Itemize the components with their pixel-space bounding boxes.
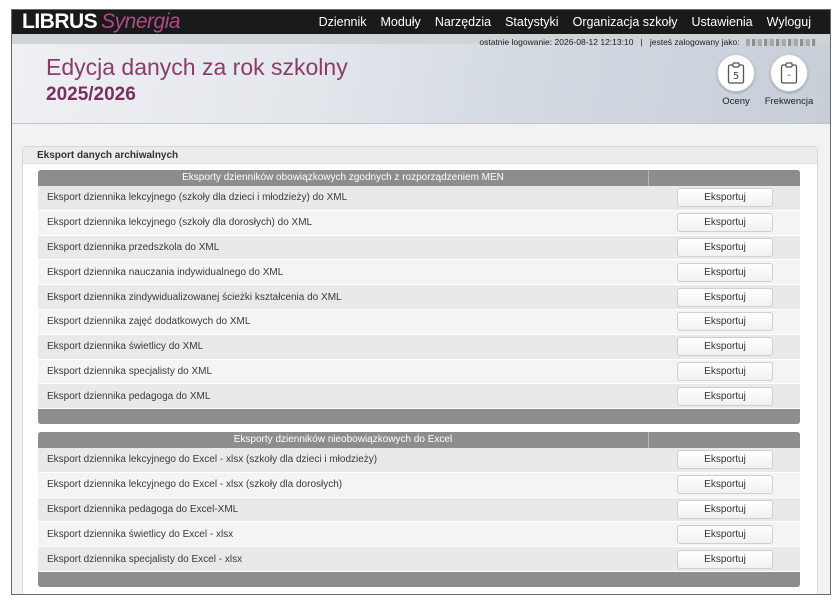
table-footer [38,571,800,587]
table-header-title: Eksporty dzienników obowiązkowych zgodny… [38,170,649,186]
row-label: Eksport dziennika przedszkola do XML [47,241,220,253]
table-row: Eksport dziennika przedszkola do XML Eks… [38,235,800,261]
attendance-clipboard-icon: - [770,54,808,92]
logo-text-librus: LIBRUS [22,10,98,33]
nav-wyloguj[interactable]: Wyloguj [760,15,818,29]
table-header: Eksporty dzienników nieobowiązkowych do … [38,432,800,448]
nav-ustawienia[interactable]: Ustawienia [685,15,760,29]
nav-narzedzia[interactable]: Narzędzia [428,15,498,29]
export-button[interactable]: Eksportuj [677,262,773,282]
school-year: 2025/2026 [46,84,136,105]
export-button[interactable]: Eksportuj [677,337,773,357]
table-row: Eksport dziennika zindywidualizowanej śc… [38,285,800,310]
export-button[interactable]: Eksportuj [677,237,773,257]
row-label: Eksport dziennika specjalisty do XML [47,365,213,377]
panel-title: Eksport danych archiwalnych [23,147,817,164]
row-label: Eksport dziennika specjalisty do Excel -… [47,553,243,565]
table-row: Eksport dziennika nauczania indywidualne… [38,260,800,286]
export-button[interactable]: Eksportuj [677,386,773,406]
quick-link-frekwencja-label: Frekwencja [764,96,814,107]
table-footer [38,409,800,425]
page-title: Edycja danych za rok szkolny [46,54,348,80]
export-button[interactable]: Eksportuj [677,312,773,332]
blurred-username [746,39,816,47]
table-header: Eksporty dzienników obowiązkowych zgodny… [38,170,800,186]
logged-as-text: jesteś zalogowany jako: [649,37,740,47]
nav-statystyki[interactable]: Statystyki [498,15,566,29]
table-row: Eksport dziennika lekcyjnego (szkoły dla… [38,210,800,236]
last-login-text: ostatnie logowanie: 2026-08-12 12:13:10 [479,37,634,47]
table-row: Eksport dziennika lekcyjnego (szkoły dla… [38,186,800,211]
export-button[interactable]: Eksportuj [677,475,773,495]
row-label: Eksport dziennika nauczania indywidualne… [47,266,284,278]
row-label: Eksport dziennika lekcyjnego do Excel - … [47,454,378,466]
table-row: Eksport dziennika lekcyjnego do Excel - … [38,472,800,498]
table-row: Eksport dziennika lekcyjnego do Excel - … [38,448,800,473]
row-label: Eksport dziennika lekcyjnego (szkoły dla… [47,192,348,204]
login-separator: | [640,37,643,47]
export-button[interactable]: Eksportuj [677,188,773,208]
export-panel: Eksport danych archiwalnych Eksporty dzi… [22,146,818,594]
quick-link-oceny[interactable]: 5 Oceny [711,54,761,107]
attendance-glyph: - [787,70,791,81]
mandatory-exports-table: Eksporty dzienników obowiązkowych zgodny… [38,170,800,425]
table-row: Eksport dziennika zajęć dodatkowych do X… [38,309,800,335]
table-header-title: Eksporty dzienników nieobowiązkowych do … [38,432,649,448]
table-row: Eksport dziennika pedagoga do Excel-XML … [38,497,800,523]
row-label: Eksport dziennika pedagoga do XML [47,390,211,402]
app-window: LIBRUS Synergia Dziennik Moduły Narzędzi… [11,9,831,595]
row-label: Eksport dziennika pedagoga do Excel-XML [47,503,239,515]
quick-link-oceny-label: Oceny [722,96,750,107]
table-row: Eksport dziennika świetlicy do Excel - x… [38,522,800,548]
logo-text-synergia: Synergia [101,10,181,33]
login-info: ostatnie logowanie: 2026-08-12 12:13:10 … [479,37,816,47]
nav-moduly[interactable]: Moduły [374,15,428,29]
row-label: Eksport dziennika zindywidualizowanej śc… [47,291,342,303]
nav-organizacja-szkoly[interactable]: Organizacja szkoły [566,15,685,29]
table-row: Eksport dziennika specjalisty do Excel -… [38,547,800,572]
top-navigation-bar: LIBRUS Synergia Dziennik Moduły Narzędzi… [12,10,830,34]
export-button[interactable]: Eksportuj [677,549,773,569]
export-button[interactable]: Eksportuj [677,524,773,544]
table-row: Eksport dziennika świetlicy do XML Ekspo… [38,334,800,360]
librus-logo[interactable]: LIBRUS Synergia [22,10,181,34]
page-header: ostatnie logowanie: 2026-08-12 12:13:10 … [12,34,830,124]
export-button[interactable]: Eksportuj [677,287,773,307]
row-label: Eksport dziennika lekcyjnego do Excel - … [47,479,343,491]
row-label: Eksport dziennika lekcyjnego (szkoły dla… [47,217,313,229]
export-button[interactable]: Eksportuj [677,499,773,519]
table-row: Eksport dziennika pedagoga do XML Ekspor… [38,384,800,410]
grade-glyph: 5 [733,71,739,82]
grade-clipboard-icon: 5 [717,54,755,92]
quick-link-frekwencja[interactable]: - Frekwencja [764,54,814,107]
table-header-action [649,432,800,448]
optional-excel-exports-table: Eksporty dzienników nieobowiązkowych do … [38,432,800,587]
export-button[interactable]: Eksportuj [677,361,773,381]
nav-dziennik[interactable]: Dziennik [312,15,374,29]
main-menu: Dziennik Moduły Narzędzia Statystyki Org… [312,10,818,34]
export-button[interactable]: Eksportuj [677,213,773,233]
row-label: Eksport dziennika świetlicy do XML [47,341,204,353]
row-label: Eksport dziennika zajęć dodatkowych do X… [47,316,251,328]
table-row: Eksport dziennika specjalisty do XML Eks… [38,359,800,385]
table-header-action [649,170,800,186]
row-label: Eksport dziennika świetlicy do Excel - x… [47,528,234,540]
export-button[interactable]: Eksportuj [677,450,773,470]
